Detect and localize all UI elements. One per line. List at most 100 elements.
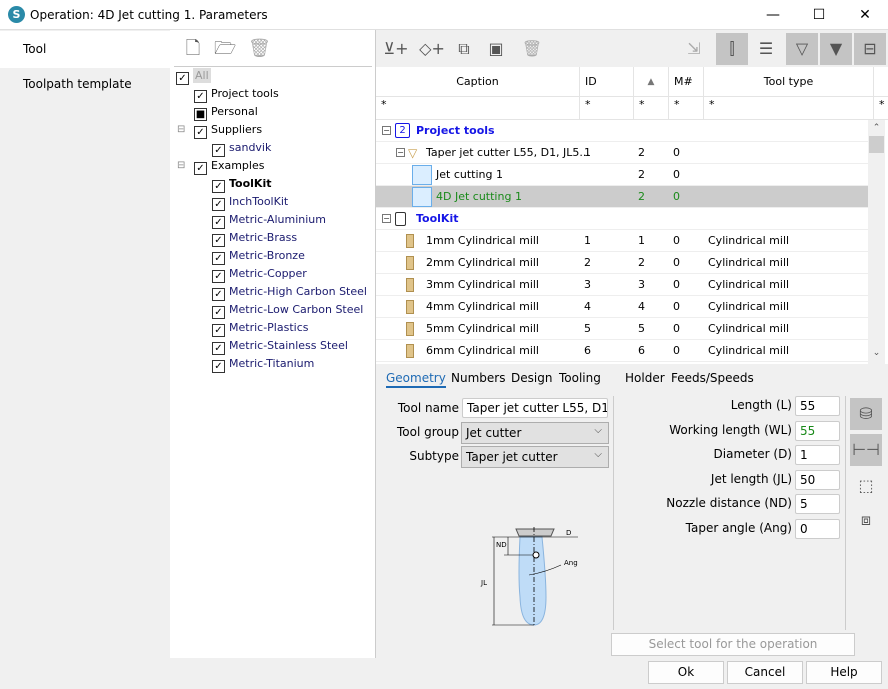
grid-row[interactable]: −2 Project tools [376,120,868,142]
tree-item-metric-copper[interactable]: ✓ Metric-Copper [212,265,307,283]
grid-row[interactable]: Jet cutting 1 2 0 [376,164,868,186]
param-input[interactable]: 50 [795,469,840,490]
checkbox[interactable]: ✓ [212,216,225,229]
checkbox[interactable]: ✓ [212,360,225,373]
grid-row[interactable]: − ToolKit [376,208,868,230]
toolbox-icon[interactable]: ⊟ [854,33,886,65]
checkbox[interactable]: ✓ [194,90,207,103]
column-header-caption[interactable]: Caption [376,67,580,97]
checkbox[interactable]: ■ [194,108,207,121]
column-header-sort[interactable]: ▲ [634,67,669,97]
collapse-icon[interactable]: − [382,214,391,223]
minimize-button[interactable]: — [750,0,796,30]
cancel-button[interactable]: Cancel [727,661,803,684]
checkbox[interactable]: ✓ [194,126,207,139]
tab-holder[interactable]: Holder [625,371,665,385]
checkbox[interactable]: ✓ [212,180,225,193]
collapse-icon[interactable]: − [382,126,391,135]
grid-row[interactable]: 6mm Cylindrical mill 6 6 0 Cylindrical mill [376,340,868,362]
grid-row[interactable]: 5mm Cylindrical mill 5 5 0 Cylindrical mill [376,318,868,340]
subtype-select[interactable]: Taper jet cutter ⌵ [461,446,609,468]
select-tool-button[interactable]: Select tool for the operation [611,633,855,656]
filter-id[interactable]: * [580,97,634,120]
checkbox[interactable]: ✓ [212,342,225,355]
checkbox[interactable]: ✓ [212,324,225,337]
column-header-tool-type[interactable]: Tool type [704,67,874,97]
tab-tooling[interactable]: Tooling [559,371,601,385]
ok-button[interactable]: Ok [648,661,724,684]
close-button[interactable]: ✕ [842,0,888,30]
filter-caption[interactable]: * [376,97,580,120]
tree-item-examples[interactable]: ⊟ ✓ Examples [177,157,264,175]
column-header-id[interactable]: ID [580,67,634,97]
grid-row[interactable]: 2mm Cylindrical mill 2 2 0 Cylindrical mill [376,252,868,274]
tree-item-metric-stainless-steel[interactable]: ✓ Metric-Stainless Steel [212,337,348,355]
checkbox[interactable]: ✓ [176,72,189,85]
new-file-icon[interactable]: 🗋 [182,38,204,60]
checkbox[interactable]: ✓ [212,288,225,301]
tree-item-project-tools[interactable]: ✓ Project tools [194,85,279,103]
tree-item-metric-low-carbon-steel[interactable]: ✓ Metric-Low Carbon Steel [212,301,363,319]
filter-extra[interactable]: * [874,97,888,120]
select-tool-cursor-icon[interactable]: ⇲ [678,33,710,65]
checkbox[interactable]: ✓ [212,198,225,211]
add-holder-icon[interactable]: ◇+ [416,33,448,65]
column-header-m[interactable]: M# [669,67,704,97]
grid-row[interactable]: 4D Jet cutting 1 2 0 [376,186,868,208]
collapse-icon[interactable]: − [396,148,405,157]
tree-item-metric-brass[interactable]: ✓ Metric-Brass [212,229,297,247]
checkbox[interactable]: ✓ [212,306,225,319]
filter-filled-icon[interactable]: ▼ [820,33,852,65]
scroll-up-icon[interactable]: ⌃ [868,120,885,136]
scrollbar-thumb[interactable] [869,136,884,153]
expand-icon[interactable]: ⊟ [177,157,185,175]
open-folder-icon[interactable]: 🗁 [214,38,236,60]
param-input[interactable]: 1 [795,445,840,465]
help-button[interactable]: Help [806,661,882,684]
tool-length-icon[interactable]: ⫿ [716,33,748,65]
tree-item-suppliers[interactable]: ⊟ ✓ Suppliers [177,121,262,139]
tab-numbers[interactable]: Numbers [451,371,505,385]
filter-number[interactable]: * [634,97,669,120]
tree-item-metric-titanium[interactable]: ✓ Metric-Titanium [212,355,314,373]
param-input[interactable]: 0 [795,518,840,539]
param-input[interactable]: 55 [795,396,840,416]
tree-item-metric-bronze[interactable]: ✓ Metric-Bronze [212,247,305,265]
delete-icon[interactable]: 🗑 [248,38,271,60]
settings-sliders-icon[interactable]: ☰ [750,33,782,65]
tree-item-all[interactable]: ✓ All [176,67,211,85]
tab-design[interactable]: Design [511,371,552,385]
vertical-scrollbar[interactable]: ⌃ ⌄ [868,120,885,364]
tab-feeds-speeds[interactable]: Feeds/Speeds [671,371,754,385]
tree-item-sandvik[interactable]: ✓ sandvik [212,139,271,157]
delete-icon[interactable]: 🗑 [516,33,548,65]
tree-item-metric-aluminium[interactable]: ✓ Metric-Aluminium [212,211,326,229]
add-tool-icon[interactable]: ⊻+ [380,33,412,65]
grid-row[interactable]: 3mm Cylindrical mill 3 3 0 Cylindrical mill [376,274,868,296]
paste-icon[interactable]: ▣ [480,33,512,65]
filter-tool-type[interactable]: * [704,97,874,120]
param-input[interactable]: 55 [795,420,840,441]
tree-item-metric-high-carbon-steel[interactable]: ✓ Metric-High Carbon Steel [212,283,367,301]
tool-group-select[interactable]: Jet cutter ⌵ [461,422,609,444]
grid-row[interactable]: 1mm Cylindrical mill 1 1 0 Cylindrical mill [376,230,868,252]
scroll-down-icon[interactable]: ⌄ [868,348,885,364]
param-input[interactable]: 5 [795,494,840,514]
tool-name-input[interactable]: Taper jet cutter L55, D1, JL50 [462,398,608,418]
maximize-button[interactable]: ☐ [796,0,842,30]
3d-view-icon[interactable]: ⧈ [850,504,882,536]
checkbox[interactable]: ✓ [212,252,225,265]
checkbox[interactable]: ✓ [194,162,207,175]
tree-item-personal[interactable]: ■ Personal [194,103,258,121]
grid-row[interactable]: 4mm Cylindrical mill 4 4 0 Cylindrical mill [376,296,868,318]
checkbox[interactable]: ✓ [212,270,225,283]
fit-view-icon[interactable]: ⬚ [850,470,882,502]
tab-geometry[interactable]: Geometry [386,371,446,388]
filter-icon[interactable]: ▽ [786,33,818,65]
dimension-view-icon[interactable]: ⊢⊣ [850,434,882,466]
tree-item-toolkit[interactable]: ✓ ToolKit [212,175,271,193]
filter-m[interactable]: * [669,97,704,120]
sidebar-item-tool[interactable]: Tool [0,31,170,68]
tree-item-inchtoolkit[interactable]: ✓ InchToolKit [212,193,288,211]
copy-icon[interactable]: ⧉ [448,33,480,65]
